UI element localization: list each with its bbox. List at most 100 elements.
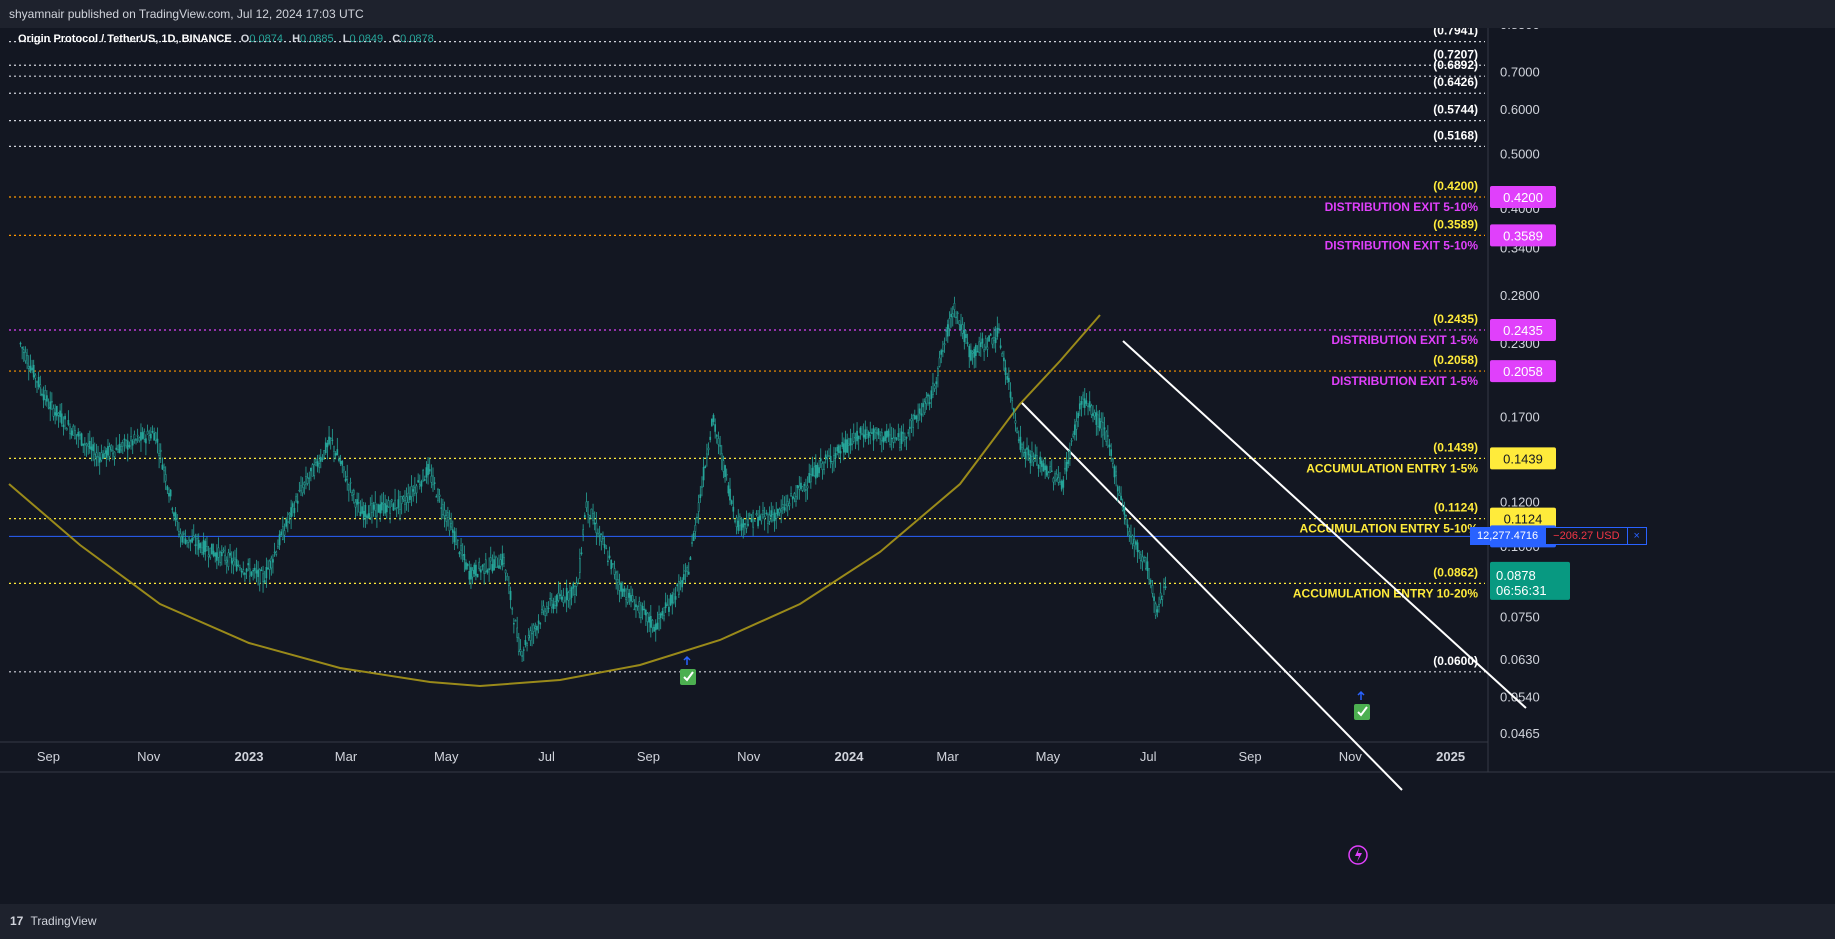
candle-body bbox=[869, 432, 872, 436]
price-chart[interactable]: 0.85000.70000.60000.50000.40000.34000.28… bbox=[0, 28, 1835, 904]
candle-body bbox=[402, 496, 405, 500]
candle-body bbox=[572, 583, 575, 589]
candle-body bbox=[509, 590, 512, 601]
candle-body bbox=[296, 500, 299, 504]
candle-body bbox=[605, 547, 608, 550]
candle-body bbox=[907, 432, 910, 434]
candle-body bbox=[382, 502, 385, 505]
candle-body bbox=[857, 435, 860, 440]
candle-body bbox=[918, 408, 921, 414]
candle-body bbox=[216, 552, 218, 561]
candle-body bbox=[1057, 477, 1060, 483]
level-badge-text: 0.2435 bbox=[1503, 323, 1543, 338]
candle-body bbox=[900, 431, 903, 444]
candle-body bbox=[692, 533, 695, 541]
candle-body bbox=[120, 445, 123, 451]
candle-body bbox=[405, 496, 408, 503]
chart-area[interactable]: 0.85000.70000.60000.50000.40000.34000.28… bbox=[0, 28, 1835, 904]
candle-body bbox=[729, 488, 731, 501]
candle-body bbox=[308, 477, 311, 479]
close-value: 0.0878 bbox=[400, 33, 434, 45]
candle-body bbox=[310, 467, 312, 472]
candle-body bbox=[257, 569, 259, 578]
candle-body bbox=[800, 482, 802, 489]
candle-body bbox=[1098, 418, 1101, 429]
candle-body bbox=[1045, 466, 1048, 476]
candle-body bbox=[638, 601, 641, 614]
candle-body bbox=[603, 544, 606, 548]
candle-body bbox=[951, 313, 954, 318]
candle-body bbox=[437, 488, 439, 501]
candle-body bbox=[1006, 376, 1009, 380]
candle-body bbox=[1074, 424, 1076, 436]
candle-body bbox=[976, 351, 979, 353]
y-tick-label: 0.6000 bbox=[1500, 102, 1540, 117]
candle-body bbox=[52, 408, 55, 417]
candle-body bbox=[143, 431, 146, 440]
candle-body bbox=[979, 342, 982, 347]
candle-body bbox=[399, 496, 401, 510]
candle-body bbox=[945, 330, 948, 332]
candle-body bbox=[286, 521, 289, 524]
candle-body bbox=[1146, 561, 1149, 571]
candle-body bbox=[734, 520, 736, 522]
high-label: H bbox=[292, 33, 301, 45]
position-quantity[interactable]: 12,277.4716 bbox=[1470, 527, 1546, 546]
candle-body bbox=[21, 347, 24, 349]
candle-body bbox=[491, 564, 494, 572]
candle-body bbox=[414, 487, 416, 494]
candle-body bbox=[582, 529, 585, 536]
candle-body bbox=[57, 412, 60, 416]
candle-body bbox=[186, 540, 189, 543]
candle-body bbox=[658, 614, 660, 619]
candle-body bbox=[179, 533, 182, 537]
candle-body bbox=[722, 460, 725, 472]
x-tick-label: Sep bbox=[37, 749, 60, 764]
candle-body bbox=[397, 499, 400, 508]
close-position-icon[interactable]: × bbox=[1627, 527, 1647, 546]
position-widget[interactable]: 12,277.4716 −206.27 USD × bbox=[1470, 527, 1647, 546]
level-badge-text: 0.3589 bbox=[1503, 228, 1543, 243]
candle-body bbox=[280, 531, 283, 536]
candle-body bbox=[136, 434, 139, 437]
candle-body bbox=[389, 506, 391, 514]
candle-body bbox=[169, 489, 172, 497]
candle-body bbox=[204, 541, 207, 552]
candle-body bbox=[98, 457, 101, 463]
candle-body bbox=[460, 545, 462, 551]
candle-body bbox=[247, 563, 250, 566]
candle-body bbox=[250, 571, 253, 576]
candle-body bbox=[42, 394, 45, 401]
candle-body bbox=[806, 485, 809, 489]
candle-body bbox=[117, 449, 119, 453]
candle-body bbox=[833, 455, 835, 462]
candle-body bbox=[927, 394, 929, 397]
candle-body bbox=[560, 596, 563, 600]
candle-body bbox=[323, 450, 325, 458]
candle-body bbox=[326, 443, 329, 448]
candle-body bbox=[824, 454, 827, 460]
candle-body bbox=[928, 402, 931, 404]
candle-body bbox=[953, 303, 956, 310]
footer-brand[interactable]: TradingView bbox=[30, 914, 96, 928]
candle-body bbox=[1065, 461, 1068, 472]
candle-body bbox=[780, 508, 783, 512]
candle-body bbox=[843, 443, 845, 453]
candle-body bbox=[189, 539, 192, 542]
candle-body bbox=[740, 523, 743, 531]
candle-body bbox=[673, 593, 675, 603]
candle-body bbox=[1019, 436, 1022, 450]
candle-body bbox=[194, 544, 197, 547]
candle-body bbox=[87, 443, 90, 447]
candle-body bbox=[971, 351, 974, 354]
candle-body bbox=[418, 484, 421, 487]
candle-body bbox=[975, 344, 977, 356]
candle-body bbox=[1161, 595, 1164, 600]
candle-body bbox=[526, 642, 528, 646]
candle-body bbox=[724, 465, 726, 477]
candle-body bbox=[1072, 433, 1075, 437]
candle-body bbox=[39, 384, 42, 389]
candle-body bbox=[828, 455, 830, 457]
candle-body bbox=[1011, 397, 1014, 401]
candle-body bbox=[767, 514, 769, 524]
